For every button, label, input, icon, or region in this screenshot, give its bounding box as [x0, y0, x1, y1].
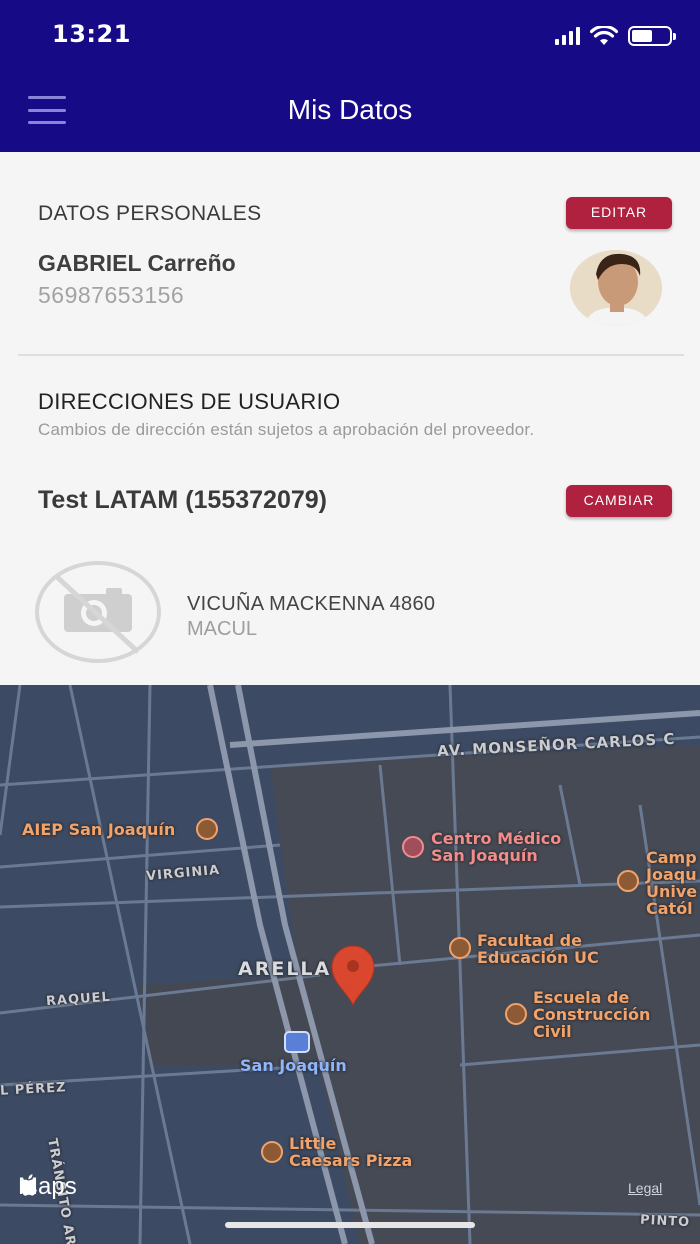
legal-link[interactable]: Legal: [628, 1180, 662, 1196]
app-header: 13:21 Mis Datos: [0, 0, 700, 152]
apple-maps-logo: Maps: [18, 1173, 77, 1201]
no-photo-icon: [34, 560, 162, 664]
user-phone: 56987653156: [38, 282, 185, 308]
map-label-pinto: PINTO: [639, 1212, 691, 1231]
metro-station-icon[interactable]: [284, 1031, 310, 1053]
pizza-icon[interactable]: [261, 1141, 283, 1163]
address-street: VICUÑA MACKENNA 4860: [187, 593, 436, 615]
user-name: GABRIEL Carreño: [38, 250, 236, 276]
address-city: MACUL: [187, 618, 258, 640]
map-label-campus: Camp Joaqu Unive Catól: [646, 848, 698, 918]
map-label-perez: L PÉREZ: [0, 1080, 67, 1099]
status-icons: [555, 24, 676, 48]
wifi-icon: [590, 26, 618, 45]
avatar[interactable]: [570, 250, 662, 326]
personal-data-title: DATOS PERSONALES: [38, 202, 262, 225]
user-addresses-title: DIRECCIONES DE USUARIO: [38, 389, 341, 414]
account-name: Test LATAM (155372079): [38, 486, 327, 514]
medical-icon[interactable]: [402, 836, 424, 858]
map-label-arellano: ARELLA: [238, 958, 332, 980]
profile-content: DATOS PERSONALES EDITAR GABRIEL Carreño …: [0, 152, 700, 685]
battery-icon: [628, 26, 676, 46]
school-icon[interactable]: [617, 870, 639, 892]
map-view[interactable]: AV. MONSEÑOR CARLOS C AIEP San Joaquín C…: [0, 685, 700, 1244]
map-label-aiep: AIEP San Joaquín: [22, 820, 176, 839]
cellular-signal-icon: [555, 27, 580, 45]
apple-icon: [19, 1174, 37, 1196]
map-label-san-joaquin-station: San Joaquín: [240, 1056, 347, 1075]
status-time: 13:21: [52, 20, 131, 48]
map-label-centro-medico: Centro Médico San Joaquín: [431, 829, 562, 865]
location-pin-icon[interactable]: [330, 945, 376, 1007]
address-change-note: Cambios de dirección están sujetos a apr…: [38, 420, 535, 439]
edit-button[interactable]: EDITAR: [566, 197, 672, 229]
school-icon[interactable]: [449, 937, 471, 959]
school-icon[interactable]: [505, 1003, 527, 1025]
page-title: Mis Datos: [287, 94, 413, 125]
map-label-little-caesars: Little Caesars Pizza: [289, 1134, 413, 1170]
home-indicator[interactable]: [225, 1222, 475, 1228]
school-icon[interactable]: [196, 818, 218, 840]
section-divider: [18, 354, 684, 356]
change-button[interactable]: CAMBIAR: [566, 485, 672, 517]
map-label-facultad: Facultad de Educación UC: [477, 931, 599, 967]
map-label-escuela: Escuela de Construcción Civil: [533, 988, 651, 1041]
